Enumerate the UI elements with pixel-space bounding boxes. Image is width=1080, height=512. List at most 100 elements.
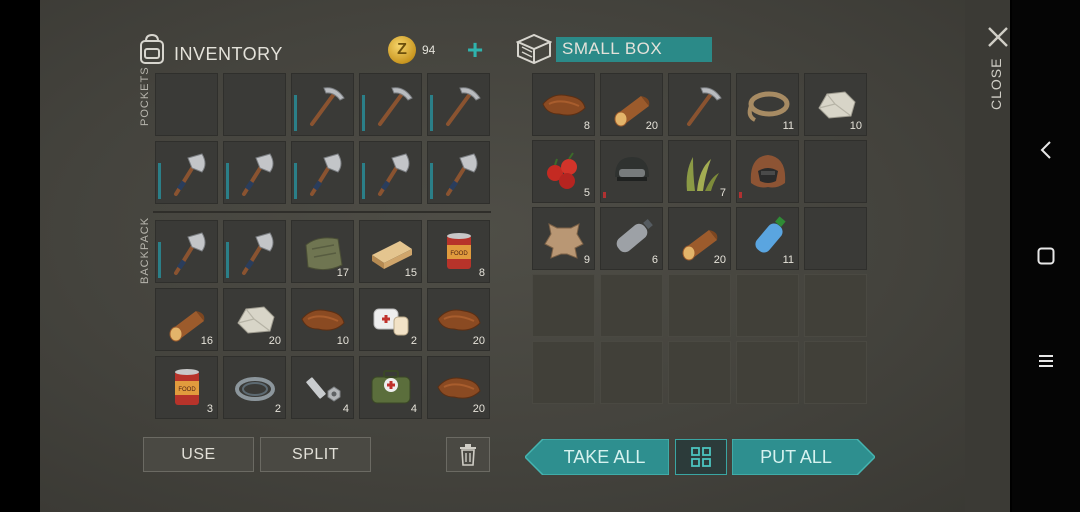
take-all-button[interactable]: TAKE ALL <box>525 439 669 475</box>
helmet-icon <box>615 157 649 181</box>
home-nav-button[interactable] <box>1034 244 1058 268</box>
plant-fiber-icon <box>686 157 719 191</box>
durability-bar <box>430 163 433 199</box>
pocket-slot[interactable] <box>223 73 286 136</box>
pickaxe-icon <box>378 87 413 126</box>
backpack-item-count: 15 <box>404 267 417 279</box>
backpack-item-count: 20 <box>472 335 485 347</box>
box-slot[interactable]: 5 <box>532 140 595 203</box>
backpack-slot[interactable]: 20 <box>223 288 286 351</box>
backpack-slot[interactable]: 20 <box>427 288 490 351</box>
box-slot[interactable] <box>804 341 867 404</box>
box-slot[interactable] <box>668 73 731 136</box>
backpack-slot[interactable]: FOOD 8 <box>427 220 490 283</box>
use-button[interactable]: USE <box>143 437 254 472</box>
box-title-bar: SMALL BOX <box>556 36 712 62</box>
box-slot[interactable] <box>736 140 799 203</box>
box-slot[interactable]: 7 <box>668 140 731 203</box>
wire-icon <box>235 377 275 401</box>
close-label[interactable]: CLOSE <box>988 58 1004 110</box>
box-item-count: 20 <box>645 120 658 132</box>
pocket-slot[interactable] <box>291 141 354 204</box>
box-slot[interactable]: 8 <box>532 73 595 136</box>
back-nav-button[interactable] <box>1034 138 1058 162</box>
box-item-count: 6 <box>651 254 658 266</box>
pocket-slot[interactable] <box>359 73 422 136</box>
pickaxe-icon <box>446 87 481 126</box>
screen: INVENTORY Z 94 + POCKETS BACKPACK 17 15 FO… <box>0 0 1080 512</box>
box-slot[interactable]: 9 <box>532 207 595 270</box>
backpack-slot[interactable]: 20 <box>427 356 490 419</box>
durability-bar <box>294 163 297 199</box>
empty-bottle-icon <box>616 219 653 253</box>
backpack-icon <box>140 33 164 64</box>
hatchet-icon <box>378 153 410 196</box>
backpack-slot[interactable] <box>223 220 286 283</box>
pocket-slot[interactable] <box>155 141 218 204</box>
coin-symbol: Z <box>397 41 407 58</box>
backpack-slot[interactable]: 16 <box>155 288 218 351</box>
backpack-item-count: 8 <box>478 267 485 279</box>
backpack-item-count: 2 <box>274 403 281 415</box>
recents-nav-button[interactable] <box>1034 349 1058 373</box>
add-coins-button[interactable]: + <box>460 36 490 64</box>
animal-hide-icon <box>544 223 584 259</box>
backpack-slot[interactable]: FOOD 3 <box>155 356 218 419</box>
pickaxe-icon <box>687 87 722 126</box>
put-all-label: PUT ALL <box>760 447 832 467</box>
backpack-slot[interactable]: 15 <box>359 220 422 283</box>
durability-bar <box>226 242 229 278</box>
backpack-slot[interactable]: 2 <box>223 356 286 419</box>
canned-food-icon: FOOD <box>447 233 471 269</box>
pockets-divider <box>153 211 491 213</box>
durability-bar <box>294 95 297 131</box>
home-icon <box>1037 247 1055 265</box>
pocket-slot[interactable] <box>427 141 490 204</box>
box-slot[interactable] <box>600 274 663 337</box>
backpack-slot[interactable]: 4 <box>291 356 354 419</box>
bolts-icon <box>306 377 341 402</box>
grid-view-button[interactable] <box>675 439 727 475</box>
box-slot[interactable]: 11 <box>736 207 799 270</box>
box-slot[interactable] <box>804 140 867 203</box>
trash-button[interactable] <box>446 437 490 472</box>
box-slot[interactable] <box>736 341 799 404</box>
put-all-button[interactable]: PUT ALL <box>732 439 875 475</box>
pocket-slot[interactable] <box>291 73 354 136</box>
split-button[interactable]: SPLIT <box>260 437 371 472</box>
durability-bar <box>158 242 161 278</box>
box-item-count: 7 <box>719 187 726 199</box>
box-slot[interactable]: 6 <box>600 207 663 270</box>
durability-bar <box>362 163 365 199</box>
backpack-item-count: 20 <box>268 335 281 347</box>
backpack-slot[interactable] <box>155 220 218 283</box>
box-slot[interactable]: 10 <box>804 73 867 136</box>
box-slot[interactable]: 20 <box>668 207 731 270</box>
box-slot[interactable]: 20 <box>600 73 663 136</box>
hatchet-icon <box>242 232 274 275</box>
backpack-slot[interactable]: 17 <box>291 220 354 283</box>
backpack-slot[interactable]: 4 <box>359 356 422 419</box>
pocket-slot[interactable] <box>359 141 422 204</box>
pocket-slot[interactable] <box>155 73 218 136</box>
backpack-slot[interactable]: 2 <box>359 288 422 351</box>
box-slot[interactable] <box>804 274 867 337</box>
box-slot[interactable] <box>804 207 867 270</box>
berries-icon <box>547 152 577 189</box>
box-slot[interactable] <box>532 274 595 337</box>
pocket-slot[interactable] <box>427 73 490 136</box>
box-slot[interactable]: 11 <box>736 73 799 136</box>
box-title: SMALL BOX <box>562 39 663 58</box>
box-slot[interactable] <box>668 274 731 337</box>
pocket-slot[interactable] <box>223 141 286 204</box>
box-slot[interactable] <box>668 341 731 404</box>
close-icon[interactable] <box>987 26 1009 48</box>
box-slot[interactable] <box>532 341 595 404</box>
box-slot[interactable] <box>736 274 799 337</box>
backpack-slot[interactable]: 10 <box>291 288 354 351</box>
box-slot[interactable] <box>600 341 663 404</box>
box-slot[interactable] <box>600 140 663 203</box>
durability-bar <box>362 95 365 131</box>
backpack-item-count: 10 <box>336 335 349 347</box>
box-icon <box>516 33 552 65</box>
